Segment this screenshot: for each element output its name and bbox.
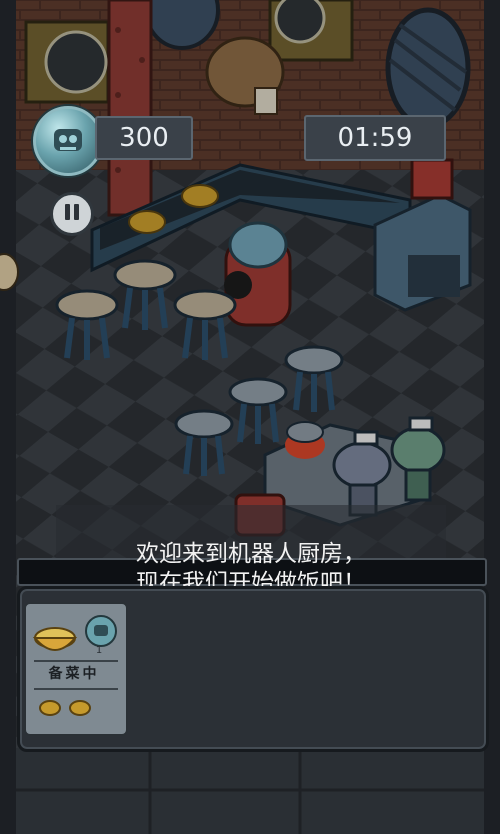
score-display: 300 <box>95 116 193 160</box>
robot-head-icon <box>54 129 82 151</box>
dumpling-bowl-icon <box>32 627 78 651</box>
game-scene: 300 01:59 欢迎来到机器人厨房， 现在我们开始做饭吧！ 1 备菜中 <box>0 0 500 834</box>
order-status-label: 备菜中 <box>48 666 100 682</box>
robot-avatar <box>33 106 103 176</box>
order-count: 1 <box>95 645 103 656</box>
pause-icon <box>63 204 81 224</box>
order-divider <box>34 688 118 690</box>
robot-orb-icon <box>85 615 117 647</box>
pause-button[interactable] <box>50 192 94 236</box>
timer-display: 01:59 <box>304 115 446 161</box>
potato-icon <box>39 700 91 716</box>
order-divider <box>34 660 118 662</box>
